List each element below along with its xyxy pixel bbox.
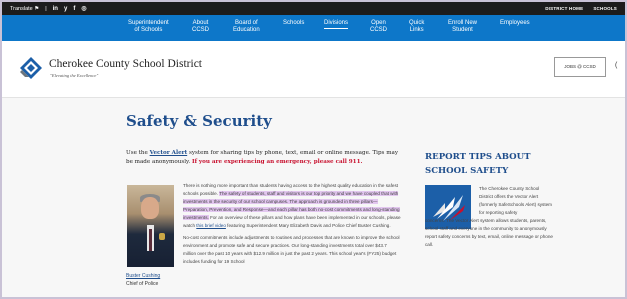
nav-label: of Schools xyxy=(134,27,163,33)
nav-label: Superintendent xyxy=(128,20,169,26)
nav-item-about[interactable]: About CCSD xyxy=(192,20,209,34)
nav-label: Open xyxy=(371,20,386,26)
nav-label: Education xyxy=(233,27,260,33)
video-link[interactable]: this brief video xyxy=(196,223,226,228)
nav-item-schools[interactable]: Schools xyxy=(283,20,304,27)
cut-off-link[interactable]: ( xyxy=(615,62,617,69)
nav-label: Links xyxy=(409,27,424,33)
translate-icon: ⚑ xyxy=(34,5,40,12)
nav-label: Employees xyxy=(500,20,530,26)
paragraph: No-cost commitments include adjustments … xyxy=(183,235,400,264)
text-run: featuring Superintendent Mary Elizabeth … xyxy=(225,223,391,228)
nav-label: Board of xyxy=(235,20,258,26)
district-name[interactable]: Cherokee County School District xyxy=(49,58,202,70)
utility-bar: Translate ⚑ | in y f ◎ DISTRICT HOME SCH… xyxy=(2,2,625,15)
page-title: Safety & Security xyxy=(126,112,272,130)
paragraph: There is nothing more important than stu… xyxy=(183,182,401,230)
nav-label: CCSD xyxy=(192,27,210,33)
nav-item-divisions[interactable]: Divisions xyxy=(324,20,349,29)
photo-tie xyxy=(149,229,152,251)
translate-link[interactable]: Translate ⚑ xyxy=(10,6,39,12)
nav-item-board[interactable]: Board of Education xyxy=(233,20,260,34)
photo-role: Chief of Police xyxy=(126,281,159,287)
schools-link[interactable]: SCHOOLS xyxy=(593,6,617,11)
nav-item-quick-links[interactable]: Quick Links xyxy=(409,20,424,34)
photo-badge xyxy=(159,233,165,240)
instagram-icon[interactable]: ◎ xyxy=(81,5,86,12)
translate-label: Translate xyxy=(10,5,33,12)
district-logo-icon[interactable] xyxy=(20,57,42,79)
side-text-run: concerns. The Vector Alert system allows… xyxy=(425,218,553,247)
nav-label: About xyxy=(192,20,209,26)
photo-name-link[interactable]: Buster Cushing xyxy=(126,273,160,279)
intro-part: Use the xyxy=(126,150,150,156)
nav-item-employees[interactable]: Employees xyxy=(500,20,530,27)
vector-alert-link[interactable]: Vector Alert xyxy=(150,150,188,156)
nav-label: Schools xyxy=(283,20,305,26)
nav-label: CCSD xyxy=(370,27,388,33)
nav-item-superintendent[interactable]: Superintendent of Schools xyxy=(128,20,169,34)
side-text: The Cherokee County School District offe… xyxy=(425,185,553,249)
body-text: There is nothing more important than stu… xyxy=(183,182,401,270)
police-chief-photo xyxy=(127,185,174,267)
nav-item-enroll[interactable]: Enroll New Student xyxy=(448,20,477,34)
nav-label: Quick xyxy=(409,20,425,26)
side-title: REPORT TIPS ABOUT SCHOOL SAFETY xyxy=(425,152,531,176)
site-header: Cherokee County School District "Elevati… xyxy=(2,41,625,98)
divider: | xyxy=(45,5,47,12)
main-nav: Superintendent of Schools About CCSD Board… xyxy=(2,15,625,41)
side-text-run: The Cherokee County School District offe… xyxy=(479,186,553,215)
nav-item-open-ccsd[interactable]: Open CCSD xyxy=(370,20,387,34)
photo-face xyxy=(141,197,159,219)
intro-text: Use the Vector Alert system for sharing … xyxy=(126,149,401,167)
district-home-link[interactable]: DISTRICT HOME xyxy=(545,6,583,11)
emergency-notice: If you are experiencing an emergency, pl… xyxy=(191,159,363,165)
nav-label: Student xyxy=(452,27,473,33)
tagline: "Elevating the Excellence" xyxy=(50,73,99,78)
twitter-icon[interactable]: y xyxy=(64,6,67,12)
facebook-icon[interactable]: f xyxy=(73,6,75,12)
jobs-button[interactable]: JOBS @ CCSD xyxy=(554,57,606,77)
linkedin-icon[interactable]: in xyxy=(53,6,58,12)
nav-label: Enroll New xyxy=(448,20,478,26)
nav-label: Divisions xyxy=(324,20,349,26)
